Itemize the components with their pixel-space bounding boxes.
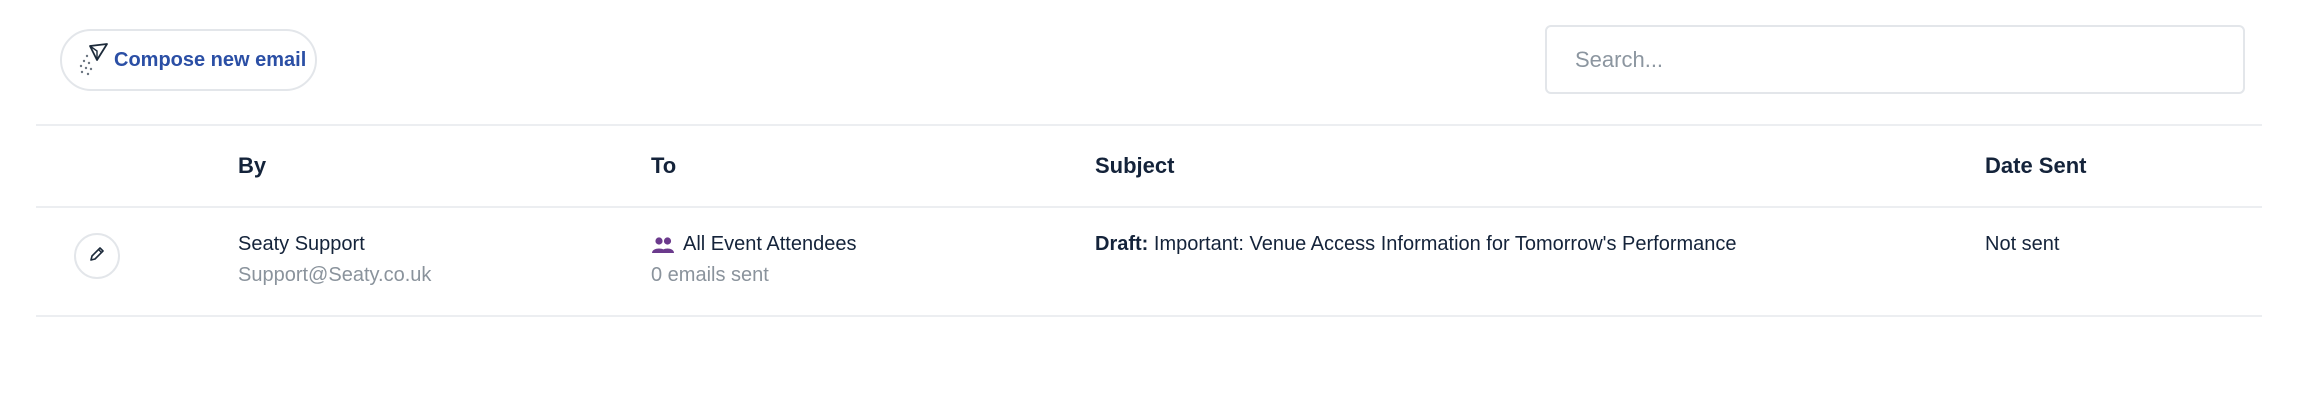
recipient-group: All Event Attendees — [651, 233, 856, 256]
header-divider — [36, 206, 2262, 208]
date-sent: Not sent — [1985, 233, 2060, 255]
search-box[interactable] — [1545, 25, 2245, 94]
compose-email-label: Compose new email — [114, 48, 307, 71]
row-divider — [36, 315, 2262, 317]
table-row[interactable]: Seaty Support Support@Seaty.co.uk All Ev… — [36, 209, 2262, 315]
column-header-to: To — [651, 153, 677, 178]
email-subject[interactable]: Draft: Important: Venue Access Informati… — [1095, 233, 1737, 256]
pencil-icon — [87, 244, 107, 269]
table-header-row: By To Subject Date Sent — [36, 126, 2262, 206]
column-header-date-sent: Date Sent — [1985, 153, 2087, 178]
paper-plane-icon — [78, 42, 110, 78]
column-header-by: By — [238, 153, 267, 178]
edit-email-button[interactable] — [74, 233, 120, 279]
column-header-subject: Subject — [1095, 153, 1175, 178]
compose-email-button[interactable]: Compose new email — [60, 29, 317, 91]
search-input[interactable] — [1573, 45, 2217, 74]
recipient-name: All Event Attendees — [683, 233, 857, 255]
people-icon — [651, 236, 675, 254]
sender-email: Support@Seaty.co.uk — [238, 264, 432, 286]
sender-name: Seaty Support — [238, 233, 365, 255]
draft-status-label: Draft: — [1095, 233, 1149, 255]
toolbar: Compose new email — [0, 0, 2305, 122]
emails-sent-count: 0 emails sent — [651, 264, 769, 286]
subject-text: Important: Venue Access Information for … — [1153, 233, 1737, 255]
